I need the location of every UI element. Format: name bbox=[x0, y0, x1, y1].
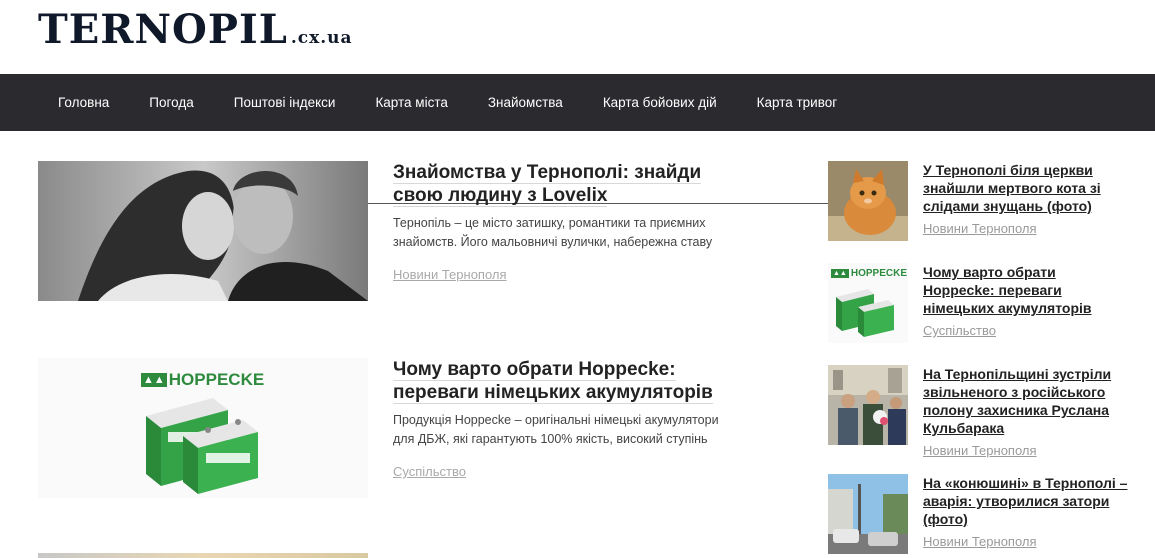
crowd-photo-icon bbox=[828, 365, 908, 445]
article-category-link[interactable]: Новини Тернополя bbox=[393, 267, 507, 282]
sidebar-title-link[interactable]: Чому варто обрати Hoppecke: переваги нім… bbox=[923, 263, 1128, 317]
nav-item-weather[interactable]: Погода bbox=[129, 95, 213, 110]
sidebar-image[interactable] bbox=[828, 474, 908, 554]
logo-main-text: TERNOPIL bbox=[38, 6, 288, 53]
nav-item-home[interactable]: Головна bbox=[38, 95, 129, 110]
sidebar-category-link[interactable]: Новини Тернополя bbox=[923, 221, 1037, 236]
nav-item-alert-map[interactable]: Карта тривог bbox=[737, 95, 858, 110]
site-header: TERNOPIL .cx.ua bbox=[0, 0, 1155, 74]
nav-item-postal-codes[interactable]: Поштові індекси bbox=[214, 95, 356, 110]
battery-icon bbox=[146, 398, 258, 494]
article-title[interactable]: Знайомства у Тернополі: знайди свою люди… bbox=[393, 161, 753, 207]
cat-photo-icon bbox=[828, 161, 908, 241]
nav-item-city-map[interactable]: Карта міста bbox=[355, 95, 467, 110]
sidebar-category-link[interactable]: Новини Тернополя bbox=[923, 443, 1037, 458]
article-image[interactable]: ▲▲ HOPPECKE bbox=[38, 358, 368, 498]
battery-icon bbox=[836, 289, 894, 337]
nav-item-combat-map[interactable]: Карта бойових дій bbox=[583, 95, 737, 110]
article-category-link[interactable]: Суспільство bbox=[393, 464, 466, 479]
sidebar-category-link[interactable]: Новини Тернополя bbox=[923, 534, 1037, 549]
couple-photo-icon bbox=[38, 161, 368, 301]
main-nav: Головна Погода Поштові індекси Карта міс… bbox=[0, 74, 1155, 204]
article-excerpt: Продукція Hoppecke – оригінальні німецьк… bbox=[393, 413, 719, 446]
nav-item-dating[interactable]: Знайомства bbox=[468, 95, 583, 110]
sidebar-image[interactable] bbox=[828, 365, 908, 445]
article-image[interactable] bbox=[38, 553, 368, 558]
sidebar-title-link[interactable]: На Тернопільщині зустріли звільненого з … bbox=[923, 365, 1128, 437]
sidebar-image[interactable]: ▲▲ HOPPECKE bbox=[828, 263, 908, 343]
article-excerpt: Тернопіль – це місто затишку, романтики … bbox=[393, 216, 713, 249]
site-logo[interactable]: TERNOPIL .cx.ua bbox=[38, 8, 353, 52]
sidebar-title-link[interactable]: На «конюшині» в Тернополі – аварія: утво… bbox=[923, 474, 1128, 528]
article-image[interactable] bbox=[38, 161, 368, 301]
sidebar-category-link[interactable]: Суспільство bbox=[923, 323, 996, 338]
sidebar-title-link[interactable]: У Тернополі біля церкви знайшли мертвого… bbox=[923, 161, 1128, 215]
article-title[interactable]: Чому варто обрати Hoppecke: переваги нім… bbox=[393, 358, 753, 404]
sidebar-image[interactable] bbox=[828, 161, 908, 241]
logo-sub-text: .cx.ua bbox=[290, 28, 353, 48]
street-photo-icon bbox=[828, 474, 908, 554]
